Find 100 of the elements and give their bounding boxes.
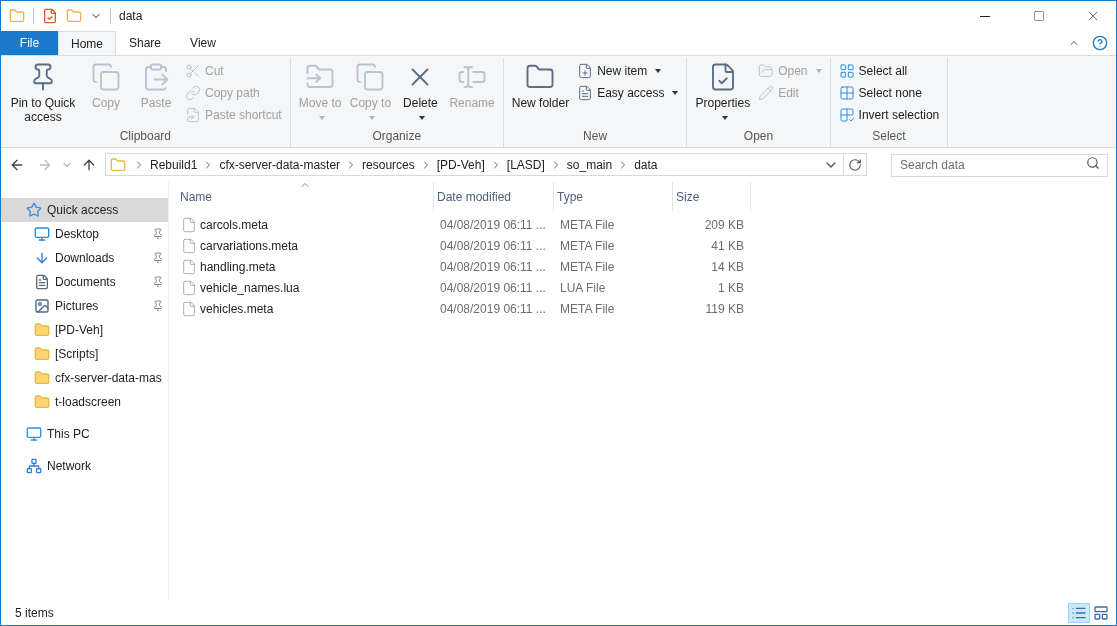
group-label: Open	[742, 128, 775, 145]
pin-icon[interactable]	[152, 300, 164, 312]
file-name[interactable]: vehicle_names.lua	[200, 278, 300, 297]
help-icon[interactable]	[1092, 35, 1108, 51]
folder-icon[interactable]	[66, 8, 82, 24]
open-icon	[758, 63, 775, 79]
ribbon-tab[interactable]: Home	[58, 31, 116, 55]
ribbon-button[interactable]: Pin to Quick access	[5, 58, 81, 124]
ribbon-button[interactable]: Invert selection	[834, 104, 944, 126]
search-icon	[1086, 156, 1100, 171]
file-name[interactable]: carcols.meta	[200, 215, 269, 234]
file-name[interactable]: carvariations.meta	[200, 236, 299, 255]
breadcrumb[interactable]: Rebuild1	[148, 155, 200, 174]
download-icon	[34, 250, 50, 266]
breadcrumb[interactable]: so_main	[564, 155, 615, 174]
scissors-icon	[185, 63, 201, 79]
breadcrumb[interactable]: resources	[360, 155, 417, 174]
search-field[interactable]: Search data	[891, 153, 1108, 177]
nav-item[interactable]: cfx-server-data-mas	[1, 366, 168, 390]
new-file-icon	[577, 63, 594, 79]
ribbon-button[interactable]: New item	[573, 60, 683, 82]
date-cell-text: 04/08/2019 06:11 ...	[439, 300, 547, 318]
link-icon	[185, 85, 201, 101]
size-cell-text: 14 KB	[710, 258, 745, 276]
nav-item[interactable]: Pictures	[1, 294, 168, 318]
ribbon-button[interactable]: Delete	[395, 58, 446, 124]
group-label: Organize	[371, 128, 423, 145]
status-text: 5 items	[15, 604, 54, 622]
group-label: New	[582, 128, 609, 145]
type-cell-text: META File	[559, 300, 616, 318]
copy-icon	[91, 62, 121, 92]
view-button[interactable]	[1068, 602, 1090, 623]
column-header[interactable]: Size	[673, 182, 751, 211]
ribbon-tab[interactable]: File	[1, 31, 58, 55]
nav-item[interactable]: [Scripts]	[1, 342, 168, 366]
folder-icon	[34, 370, 50, 386]
thumbnails-view-icon	[1093, 604, 1109, 621]
column-header[interactable]: Date modified	[434, 182, 554, 211]
pin-icon[interactable]	[152, 252, 164, 264]
type-cell-text: LUA File	[559, 279, 607, 297]
file-icon	[181, 300, 197, 317]
window-title: data	[119, 8, 143, 25]
folder-icon	[34, 346, 50, 362]
nav-item[interactable]: Network	[1, 454, 168, 478]
size-cell-text: 41 KB	[710, 237, 745, 255]
file-icon	[181, 258, 197, 275]
maximize-icon	[1033, 10, 1045, 22]
breadcrumb[interactable]: [LASD]	[504, 155, 547, 174]
folder-icon	[34, 322, 50, 338]
ribbon-button[interactable]: Properties	[691, 58, 755, 124]
nav-item[interactable]: This PC	[1, 422, 168, 446]
pin-icon[interactable]	[152, 276, 164, 288]
nav-item[interactable]: [PD-Veh]	[1, 318, 168, 342]
pin-icon[interactable]	[152, 228, 164, 240]
date-cell-text: 04/08/2019 06:11 ...	[439, 279, 547, 297]
file-icon	[181, 279, 197, 296]
breadcrumb[interactable]: cfx-server-data-master	[217, 155, 343, 174]
nav-item[interactable]: t-loadscreen	[1, 390, 168, 414]
refresh-icon[interactable]	[848, 157, 862, 172]
file-name[interactable]: vehicles.meta	[200, 299, 274, 318]
picture-icon	[34, 298, 50, 314]
size-cell-text: 119 KB	[704, 300, 745, 318]
file-name[interactable]: handling.meta	[200, 257, 276, 276]
monitor-icon	[34, 226, 50, 242]
ribbon-tab[interactable]: View	[174, 31, 232, 55]
shortcut-icon	[185, 107, 201, 123]
address-bar[interactable]: Rebuild1 cfx-server-data-master resources [PD-Veh] [LASD] so_main data	[105, 153, 867, 176]
group-label: Clipboard	[118, 128, 173, 145]
nav-item[interactable]: Documents	[1, 270, 168, 294]
ribbon-button[interactable]: Select all	[834, 60, 944, 82]
document-icon	[577, 85, 594, 101]
ribbon-button[interactable]: New folder	[507, 58, 574, 110]
copy-icon	[355, 62, 386, 92]
ribbon-button[interactable]: Easy access	[573, 82, 683, 104]
breadcrumb[interactable]: data	[632, 155, 660, 174]
size-cell-text: 1 KB	[717, 279, 745, 297]
date-cell-text: 04/08/2019 06:11 ...	[439, 237, 547, 255]
folder-icon	[9, 8, 25, 24]
grid-icon	[838, 107, 855, 123]
ribbon-button[interactable]: Select none	[834, 82, 944, 104]
minimize-icon	[980, 15, 990, 17]
computer-icon	[26, 426, 42, 442]
file-icon	[181, 237, 197, 254]
grid-icon	[838, 85, 855, 101]
properties-icon[interactable]	[42, 8, 58, 24]
nav-item[interactable]: Desktop	[1, 222, 168, 246]
column-header[interactable]: Name	[177, 182, 434, 211]
size-cell-text: 209 KB	[703, 216, 745, 234]
breadcrumb[interactable]: [PD-Veh]	[434, 155, 487, 174]
date-cell-text: 04/08/2019 06:11 ...	[439, 258, 547, 276]
nav-item[interactable]: Quick access	[1, 198, 168, 222]
type-cell-text: META File	[559, 237, 616, 255]
ribbon-tab[interactable]: Share	[116, 31, 174, 55]
nav-item[interactable]: Downloads	[1, 246, 168, 270]
network-icon	[26, 458, 42, 474]
date-cell-text: 04/08/2019 06:11 ...	[439, 216, 547, 234]
column-header[interactable]: Type	[554, 182, 673, 211]
folder-icon	[110, 156, 126, 173]
type-cell-text: META File	[559, 258, 616, 276]
folder-icon	[34, 394, 50, 410]
